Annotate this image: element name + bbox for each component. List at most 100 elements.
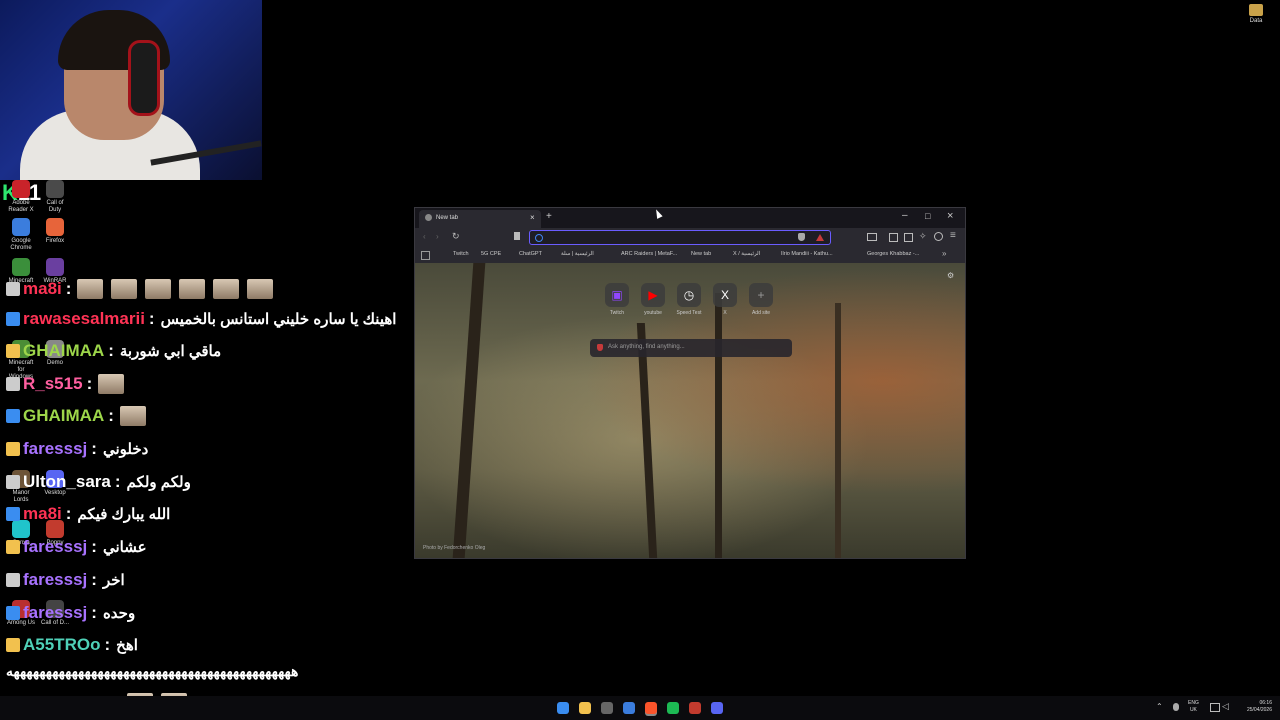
chat-badge-icon xyxy=(6,606,20,620)
speed-dial-tile[interactable]: ◷ Speed Test xyxy=(673,283,705,316)
speaker-icon[interactable]: ◁ xyxy=(1222,701,1229,712)
chat-badge-icon xyxy=(6,312,20,326)
chat-username[interactable]: GHAIMAA xyxy=(23,341,104,361)
bookmark-item[interactable]: Twitch xyxy=(453,251,469,257)
chat-badge-icon xyxy=(6,442,20,456)
chat-separator: : xyxy=(65,504,72,523)
speed-dial-icon: ▣ xyxy=(605,283,629,307)
bookmark-item[interactable]: ChatGPT xyxy=(519,251,542,257)
discord-icon[interactable] xyxy=(711,702,723,714)
store-icon[interactable] xyxy=(601,702,613,714)
browser-window[interactable]: New tab × + – □ × ‹ › ↻ ✧ ≡ Twitch 5G CPE… xyxy=(414,207,966,559)
chat-message: faresssj: وحده xyxy=(6,600,135,626)
bookmark-icon[interactable] xyxy=(514,232,520,240)
chat-username[interactable]: rawasesalmarii xyxy=(23,309,145,329)
tab-strip: New tab × + – □ × xyxy=(415,208,965,228)
desktop-icon[interactable]: Adobe Reader X xyxy=(6,180,36,214)
chat-message: ma8i: الله يبارك فيكم xyxy=(6,501,170,527)
sidebar-icon[interactable] xyxy=(889,233,898,242)
app-icon xyxy=(12,180,30,198)
apps-grid-icon[interactable] xyxy=(421,251,430,260)
brave-icon[interactable] xyxy=(645,702,657,714)
bookmark-item[interactable]: 5G CPE xyxy=(481,251,501,257)
chat-separator: : xyxy=(86,374,93,393)
background-tree xyxy=(835,303,841,558)
bookmark-item[interactable]: New tab xyxy=(691,251,711,257)
display-tray-icon[interactable] xyxy=(1210,703,1220,712)
bookmark-item[interactable]: الرئيسية | سلة xyxy=(561,251,594,257)
address-bar[interactable] xyxy=(529,230,831,245)
chat-username[interactable]: R_s515 xyxy=(23,374,83,394)
speed-dial-tile[interactable]: ▣ Twitch xyxy=(601,283,633,316)
brave-shields-icon[interactable] xyxy=(798,233,805,241)
chat-username[interactable]: A55TROo xyxy=(23,635,100,655)
speed-dial-tile[interactable]: ▶ youtube xyxy=(637,283,669,316)
chat-username[interactable]: faresssj xyxy=(23,537,87,557)
speed-dial-icon: + xyxy=(749,283,773,307)
chat-separator: : xyxy=(114,472,121,491)
bookmark-item[interactable]: Georges Khabbaz -... xyxy=(867,251,919,257)
chat-separator: : xyxy=(104,635,111,654)
brave-rewards-icon[interactable] xyxy=(816,234,824,241)
reader-icon[interactable] xyxy=(867,233,877,241)
maximize-button[interactable]: □ xyxy=(925,211,930,221)
chat-username[interactable]: ma8i xyxy=(23,279,62,299)
bookmark-item[interactable]: X / الرئيسية xyxy=(733,251,760,257)
chat-username[interactable]: faresssj xyxy=(23,603,87,623)
mic-tray-icon[interactable] xyxy=(1173,703,1179,711)
tab-close-button[interactable]: × xyxy=(530,213,535,222)
bookmarks-overflow-button[interactable]: » xyxy=(942,249,946,258)
spotify-icon[interactable] xyxy=(667,702,679,714)
new-tab-button[interactable]: + xyxy=(546,211,552,222)
tab-title: New tab xyxy=(436,215,459,221)
chat-badge-icon xyxy=(6,573,20,587)
language-indicator[interactable]: ENG UK xyxy=(1188,700,1199,714)
wallet-icon[interactable] xyxy=(904,233,913,242)
taskbar: ⌃ ENG UK ◁ 06:16 25/04/2026 xyxy=(0,696,1280,720)
chat-username[interactable]: ma8i xyxy=(23,504,62,524)
speed-dial-icon: ◷ xyxy=(677,283,701,307)
new-tab-search-box[interactable]: Ask anything, find anything... xyxy=(590,339,792,357)
reload-icon[interactable]: ↻ xyxy=(452,231,460,242)
vpn-icon[interactable] xyxy=(934,232,943,241)
bookmark-item[interactable]: ARC Raiders | MetaF... xyxy=(621,251,677,257)
app-icon xyxy=(12,218,30,236)
start-icon[interactable] xyxy=(557,702,569,714)
tab-new-tab[interactable]: New tab × xyxy=(419,210,541,228)
chat-message: R_s515: xyxy=(6,371,132,397)
tray-chevron-icon[interactable]: ⌃ xyxy=(1156,702,1163,711)
back-icon[interactable]: ‹ xyxy=(423,232,426,241)
close-window-button[interactable]: × xyxy=(947,210,953,222)
chat-badge-icon xyxy=(6,344,20,358)
chat-username[interactable]: faresssj xyxy=(23,439,87,459)
clock[interactable]: 06:16 25/04/2026 xyxy=(1238,700,1272,714)
minimize-button[interactable]: – xyxy=(902,210,908,221)
chat-username[interactable]: Ulton_sara xyxy=(23,472,111,492)
desktop-icon-label: Call of Duty xyxy=(46,200,64,213)
chrome-icon[interactable] xyxy=(623,702,635,714)
chat-username[interactable]: GHAIMAA xyxy=(23,406,104,426)
desktop-icon[interactable]: Google Chrome xyxy=(6,218,36,252)
chat-separator: : xyxy=(91,570,97,589)
chat-message: faresssj: اخر xyxy=(6,567,125,593)
desktop-icon[interactable]: Firefox xyxy=(40,218,70,245)
photo-credit[interactable]: Photo by Fedorchenko Oleg xyxy=(423,545,485,551)
chat-message-text: اهخ xyxy=(116,637,138,654)
file-explorer-icon[interactable] xyxy=(579,702,591,714)
speed-dial-tile[interactable]: + Add site xyxy=(745,283,777,316)
background-tree xyxy=(636,323,658,558)
headset xyxy=(128,40,160,116)
menu-icon[interactable]: ≡ xyxy=(950,230,956,241)
forward-icon[interactable]: › xyxy=(436,232,439,241)
speed-dial-icon: X xyxy=(713,283,737,307)
bookmark-item[interactable]: Ilrio Mandiii - Kathu... xyxy=(781,251,833,257)
customize-gear-icon[interactable]: ⚙ xyxy=(947,271,954,280)
app-icon[interactable] xyxy=(689,702,701,714)
speed-dial-tile[interactable]: XX xyxy=(709,283,741,316)
desktop-icon[interactable]: Call of Duty xyxy=(40,180,70,214)
chat-message: هههههههههههههههههههههههههههههههههههههههه… xyxy=(6,658,298,684)
app-icon xyxy=(46,258,64,276)
desktop-icon-data[interactable]: Data xyxy=(1244,4,1268,24)
extensions-icon[interactable]: ✧ xyxy=(919,231,927,242)
chat-username[interactable]: faresssj xyxy=(23,570,87,590)
